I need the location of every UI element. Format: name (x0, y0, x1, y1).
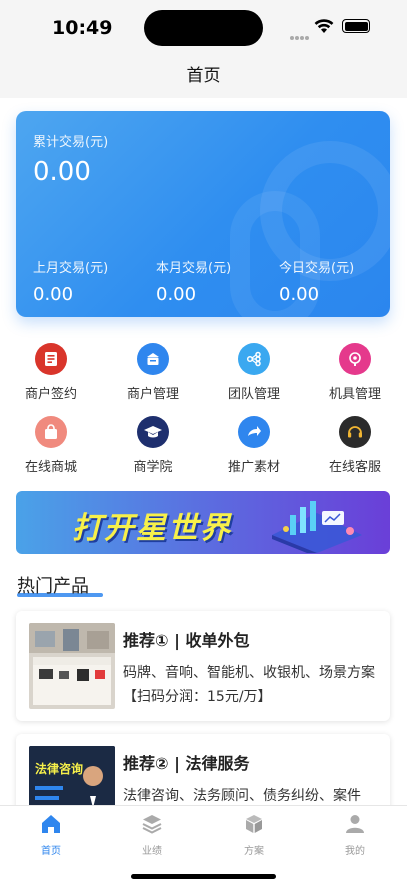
home-icon (42, 815, 60, 833)
grid-item-label: 商学院 (133, 460, 173, 475)
grid-item-team-management[interactable]: 团队管理 (204, 343, 304, 402)
product-title: 推荐① | 收单外包 (123, 631, 250, 650)
total-transactions-value: 0.00 (33, 157, 91, 187)
graduation-cap-icon (137, 416, 169, 448)
home-content[interactable]: 累计交易(元) 0.00 上月交易(元) 0.00 本月交易(元) 0.00 今… (0, 98, 407, 805)
grid-item-merchant-management[interactable]: 商户管理 (103, 343, 203, 402)
tab-label: 业绩 (142, 846, 162, 857)
this-month-label: 本月交易(元) (156, 261, 232, 276)
product-description: 法律咨询、法务顾问、债务纠纷、案件 (123, 788, 361, 804)
box-icon (246, 815, 262, 833)
product-thumbnail (29, 623, 115, 709)
last-month-value: 0.00 (33, 284, 74, 305)
tab-label: 方案 (244, 846, 264, 857)
grid-item-online-support[interactable]: 在线客服 (305, 416, 405, 475)
dynamic-island (144, 10, 263, 46)
tab-performance[interactable]: 业绩 (122, 813, 182, 857)
tab-label: 首页 (41, 846, 61, 857)
grid-item-merchant-signing[interactable]: 商户签约 (1, 343, 101, 402)
thumbnail-caption: 法律咨询 (35, 762, 84, 776)
wifi-icon (314, 19, 334, 33)
this-month-stat: 本月交易(元) 0.00 (156, 257, 231, 305)
battery-icon (342, 19, 370, 33)
product-title: 推荐② | 法律服务 (123, 754, 250, 773)
isometric-chart-illustration (272, 501, 362, 553)
product-card[interactable]: 法律咨询 推荐② | 法律服务 法律咨询、法务顾问、债务纠纷、案件 (16, 734, 390, 805)
promo-banner[interactable]: 打开星世界 (16, 491, 390, 554)
banner-text: 打开星世界 (72, 511, 232, 546)
grid-item-label: 商户管理 (126, 387, 179, 402)
hot-products-title: 热门产品 (17, 576, 89, 597)
tab-mine[interactable]: 我的 (325, 813, 385, 857)
today-stat: 今日交易(元) 0.00 (279, 257, 354, 305)
status-bar: 10:49 (0, 0, 407, 54)
device-icon (339, 343, 371, 375)
home-indicator (131, 874, 276, 879)
product-card[interactable]: 推荐① | 收单外包 码牌、音响、智能机、收银机、场景方案 【扫码分润：15元/… (16, 611, 390, 721)
signal-dots-icon (290, 25, 310, 40)
contract-icon (35, 343, 67, 375)
product-thumbnail: 法律咨询 (29, 746, 115, 805)
grid-item-label: 团队管理 (227, 387, 280, 402)
tab-home[interactable]: 首页 (21, 813, 81, 857)
grid-item-label: 机具管理 (328, 387, 381, 402)
grid-item-label: 在线客服 (328, 460, 381, 475)
grid-item-label: 商户签约 (24, 387, 77, 402)
bottom-tab-bar: 首页 业绩 方案 我的 (0, 805, 407, 883)
team-icon (238, 343, 270, 375)
user-icon (346, 815, 364, 833)
headset-icon (339, 416, 371, 448)
tab-plans[interactable]: 方案 (224, 813, 284, 857)
navigation-bar: 首页 (0, 54, 407, 98)
layers-icon (142, 815, 162, 834)
merchant-icon (137, 343, 169, 375)
share-icon (238, 416, 270, 448)
grid-item-device-management[interactable]: 机具管理 (305, 343, 405, 402)
grid-item-online-shop[interactable]: 在线商城 (1, 416, 101, 475)
tab-label: 我的 (345, 846, 365, 857)
total-transactions-label: 累计交易(元) (33, 135, 109, 150)
page-title: 首页 (186, 66, 221, 86)
grid-item-label: 推广素材 (227, 460, 280, 475)
shop-bag-icon (35, 416, 67, 448)
this-month-value: 0.00 (156, 284, 197, 305)
last-month-label: 上月交易(元) (33, 261, 109, 276)
product-description: 码牌、音响、智能机、收银机、场景方案 【扫码分润：15元/万】 (123, 665, 375, 705)
today-value: 0.00 (279, 284, 320, 305)
grid-item-business-school[interactable]: 商学院 (103, 416, 203, 475)
today-label: 今日交易(元) (279, 261, 355, 276)
grid-item-label: 在线商城 (24, 460, 77, 475)
transaction-stats-card: 累计交易(元) 0.00 上月交易(元) 0.00 本月交易(元) 0.00 今… (16, 111, 390, 317)
last-month-stat: 上月交易(元) 0.00 (33, 257, 108, 305)
grid-item-promotion-materials[interactable]: 推广素材 (204, 416, 304, 475)
status-time: 10:49 (52, 17, 113, 39)
